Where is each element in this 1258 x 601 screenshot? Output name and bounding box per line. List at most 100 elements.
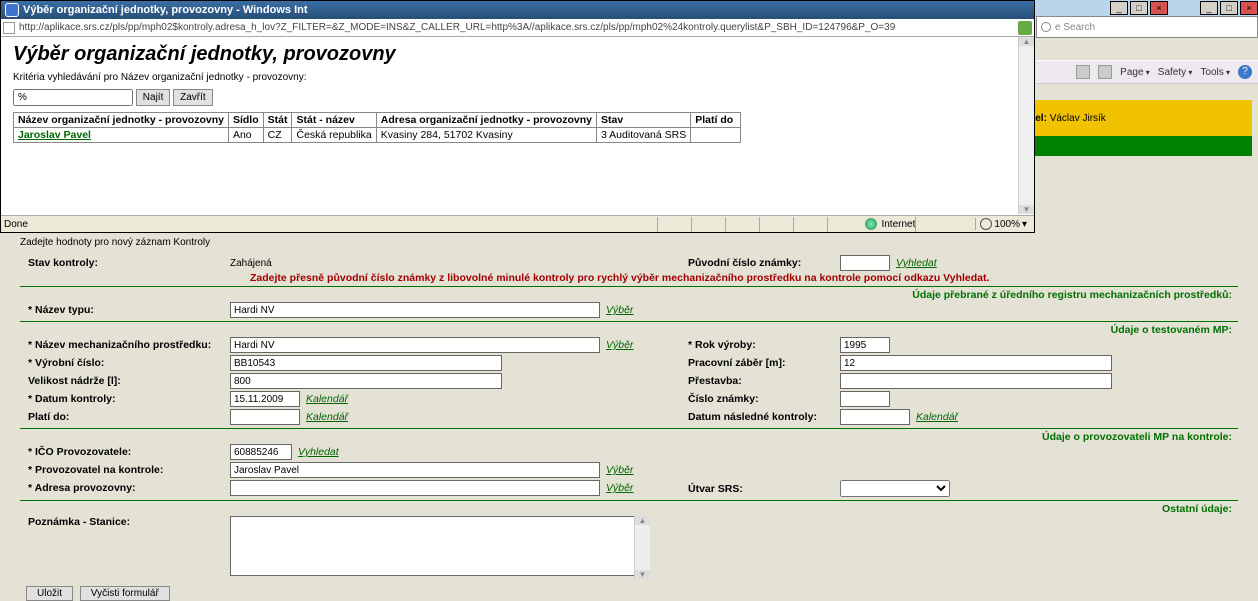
link-vyhledat-ico[interactable]: Vyhledat (298, 446, 339, 458)
link-vyber-mp[interactable]: Výběr (606, 339, 633, 351)
textarea-scrollbar[interactable] (634, 516, 650, 579)
note-testmp: Údaje o testovaném MP: (20, 324, 1238, 336)
label-nadrz: Velikost nádrže [l]: (20, 375, 230, 387)
input-nazev-mp[interactable] (230, 337, 600, 353)
input-rok[interactable] (840, 337, 890, 353)
table-row: Jaroslav Pavel Ano CZ Česká republika Kv… (14, 128, 741, 143)
input-nadrz[interactable] (230, 373, 502, 389)
popup-window: Výběr organizační jednotky, provozovny -… (0, 0, 1035, 233)
note-ostatni: Ostatní údaje: (20, 503, 1238, 515)
link-kalendar-1[interactable]: Kalendář (306, 393, 348, 405)
textarea-poznamka[interactable] (230, 516, 650, 576)
select-utvar[interactable] (840, 480, 950, 497)
help-icon[interactable]: ? (1238, 65, 1252, 79)
td: Česká republika (292, 128, 376, 143)
input-znamka[interactable] (840, 391, 890, 407)
input-prestavba[interactable] (840, 373, 1112, 389)
popup-find-button[interactable]: Najít (136, 89, 171, 106)
status-done: Done (4, 219, 28, 230)
th: Adresa organizační jednotky - provozovny (376, 113, 596, 128)
popup-status-bar: Done Internet 100% ▾ (1, 215, 1034, 232)
link-kalendar-2[interactable]: Kalendář (306, 411, 348, 423)
input-datum-k[interactable] (230, 391, 300, 407)
label-prestavba: Přestavba: (680, 375, 840, 387)
th: Stav (597, 113, 691, 128)
globe-icon (865, 218, 877, 230)
go-button-icon[interactable] (1018, 21, 1032, 35)
page-menu[interactable]: Page (1120, 67, 1150, 78)
popup-pattern-input[interactable] (13, 89, 133, 106)
label-rok: * Rok výroby: (680, 339, 840, 351)
label-utvar: Útvar SRS: (680, 483, 840, 495)
search-placeholder: e Search (1055, 22, 1095, 33)
popup-criteria-label: Kritéria vyhledávání pro Název organizač… (13, 72, 1022, 83)
user-name: Václav Jirsík (1050, 113, 1106, 124)
window-close-button[interactable]: × (1150, 1, 1168, 15)
save-button[interactable]: Uložit (26, 586, 73, 601)
td: Ano (228, 128, 263, 143)
link-vyber-provoz[interactable]: Výběr (606, 464, 633, 476)
magnifier-icon (980, 218, 992, 230)
win2-minimize-button[interactable]: _ (1200, 1, 1218, 15)
zoom-control[interactable]: 100% ▾ (975, 218, 1031, 230)
th: Název organizační jednotky - provozovny (14, 113, 229, 128)
th: Sídlo (228, 113, 263, 128)
browser-search-box[interactable]: e Search (1036, 16, 1258, 38)
win2-close-button[interactable]: × (1240, 1, 1258, 15)
label-poznamka: Poznámka - Stanice: (20, 516, 230, 528)
popup-titlebar: Výběr organizační jednotky, provozovny -… (1, 1, 1034, 19)
win2-maximize-button[interactable]: □ (1220, 1, 1238, 15)
home-icon[interactable] (1076, 65, 1090, 79)
input-nasledne[interactable] (840, 409, 910, 425)
link-kalendar-3[interactable]: Kalendář (916, 411, 958, 423)
popup-scrollbar[interactable] (1018, 37, 1034, 214)
input-zaber[interactable] (840, 355, 1112, 371)
td (691, 128, 741, 143)
label-zaber: Pracovní záběr [m]: (680, 357, 840, 369)
ie-command-bar: Page Safety Tools ? (1036, 60, 1258, 84)
popup-heading: Výběr organizační jednotky, provozovny (13, 43, 1022, 66)
label-provoz: * Provozovatel na kontrole: (20, 464, 230, 476)
input-vyrobni[interactable] (230, 355, 502, 371)
search-icon (1041, 22, 1051, 32)
popup-url[interactable]: http://aplikace.srs.cz/pls/pp/mph02$kont… (19, 22, 1014, 33)
label-vyrobni: * Výrobní číslo: (20, 357, 230, 369)
label-nasledne: Datum následné kontroly: (680, 411, 840, 423)
chevron-down-icon[interactable]: ▾ (1022, 219, 1027, 230)
td: 3 Auditovaná SRS (597, 128, 691, 143)
popup-close-button[interactable]: Zavřít (173, 89, 213, 106)
value-stav: Zahájená (230, 258, 272, 269)
td: Kvasiny 284, 51702 Kvasiny (376, 128, 596, 143)
secondary-window-buttons: _ □ × (1198, 1, 1258, 15)
zoom-value: 100% (994, 219, 1020, 230)
clear-button[interactable]: Vyčisti formulář (80, 586, 170, 601)
th: Platí do (691, 113, 741, 128)
tools-menu[interactable]: Tools (1200, 67, 1230, 78)
input-adresa[interactable] (230, 480, 600, 496)
result-name-link[interactable]: Jaroslav Pavel (18, 129, 91, 141)
status-internet: Internet (881, 219, 915, 230)
td: CZ (263, 128, 292, 143)
page-icon (3, 22, 15, 34)
window-maximize-button[interactable]: □ (1130, 1, 1148, 15)
input-puvodni-znamka[interactable] (840, 255, 890, 271)
input-provoz[interactable] (230, 462, 600, 478)
link-vyber-typ[interactable]: Výběr (606, 304, 633, 316)
green-strip (1010, 136, 1252, 156)
note-registr: Údaje přebrané z úředního registru mecha… (20, 289, 1238, 301)
label-ico: * IČO Provozovatele: (20, 446, 230, 458)
window-minimize-button[interactable]: _ (1110, 1, 1128, 15)
input-ico[interactable] (230, 444, 292, 460)
print-icon[interactable] (1098, 65, 1112, 79)
th: Stát (263, 113, 292, 128)
label-plati-do: Platí do: (20, 411, 230, 423)
main-form: Zadejte hodnoty pro nový záznam Kontroly… (0, 233, 1258, 600)
label-puvodni: Původní číslo známky: (680, 257, 840, 269)
label-nazev-typu: * Název typu: (20, 304, 230, 316)
red-instruction: Zadejte přesně původní číslo známky z li… (20, 272, 1238, 284)
link-vyhledat[interactable]: Vyhledat (896, 257, 937, 269)
safety-menu[interactable]: Safety (1158, 67, 1193, 78)
link-vyber-adresa[interactable]: Výběr (606, 482, 633, 494)
input-nazev-typu[interactable] (230, 302, 600, 318)
input-plati-do[interactable] (230, 409, 300, 425)
